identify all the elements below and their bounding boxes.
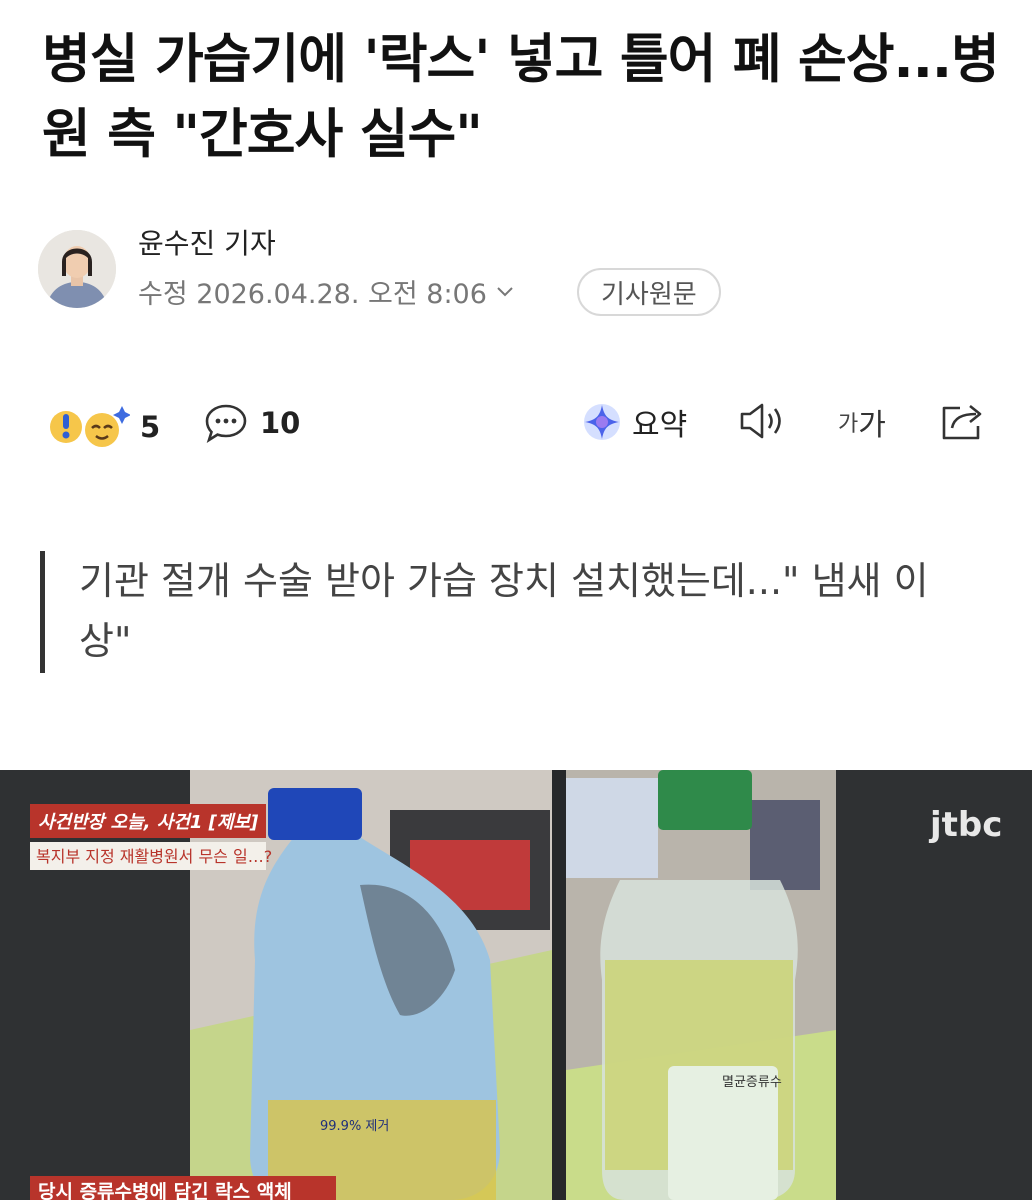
article-headline: 병실 가습기에 '락스' 넣고 틀어 폐 손상...병원 측 "간호사 실수" [42,29,1000,165]
font-size-small: 가 [838,412,859,437]
summary-label: 요약 [632,408,688,443]
font-size-large: 가 [858,408,886,443]
bottle-label: 멸균증류수 [722,1075,782,1090]
date-text: 수정 2026.04.28. 오전 8:06 [138,279,487,310]
article-date[interactable]: 수정 2026.04.28. 오전 8:06 [138,272,517,311]
bottom-caption: 당시 증류수병에 담긴 락스 액체 [38,1181,292,1200]
bleach-label: 99.9% 제거 [320,1119,389,1134]
article-subtitle: 기관 절개 수술 받아 가습 장치 설치했는데..." 냄새 이상" [40,551,940,673]
bottle-cap [658,770,752,830]
comment-button[interactable]: 10 [204,402,300,444]
caption-sub: 복지부 지정 재활병원서 무슨 일…? [36,847,272,866]
share-icon[interactable] [940,400,988,442]
original-article-button[interactable]: 기사원문 [577,268,721,316]
reaction-button[interactable]: 5 [46,402,160,452]
article-photo[interactable]: 99.9% 제거 멸균증류수 사건반장 오늘, 사건1 [제보] 복지부 지정 … [0,770,1032,1200]
caption-tag: 사건반장 오늘, 사건1 [제보] [38,812,259,833]
comment-icon [205,404,247,444]
summary-button[interactable]: 요약 [582,400,687,444]
comment-count: 10 [260,406,301,440]
speaker-icon[interactable] [738,400,788,442]
channel-logo: jtbc [928,805,1002,845]
chevron-down-icon [497,286,513,296]
reaction-count: 5 [140,410,161,444]
surprise-emoji-icon [50,406,130,447]
reporter-name[interactable]: 윤수진 기자 [138,222,276,262]
reporter-avatar[interactable] [38,230,116,308]
bleach-cap [268,788,362,840]
ai-summary-icon [584,404,620,440]
font-size-button[interactable]: 가가 [838,400,886,444]
